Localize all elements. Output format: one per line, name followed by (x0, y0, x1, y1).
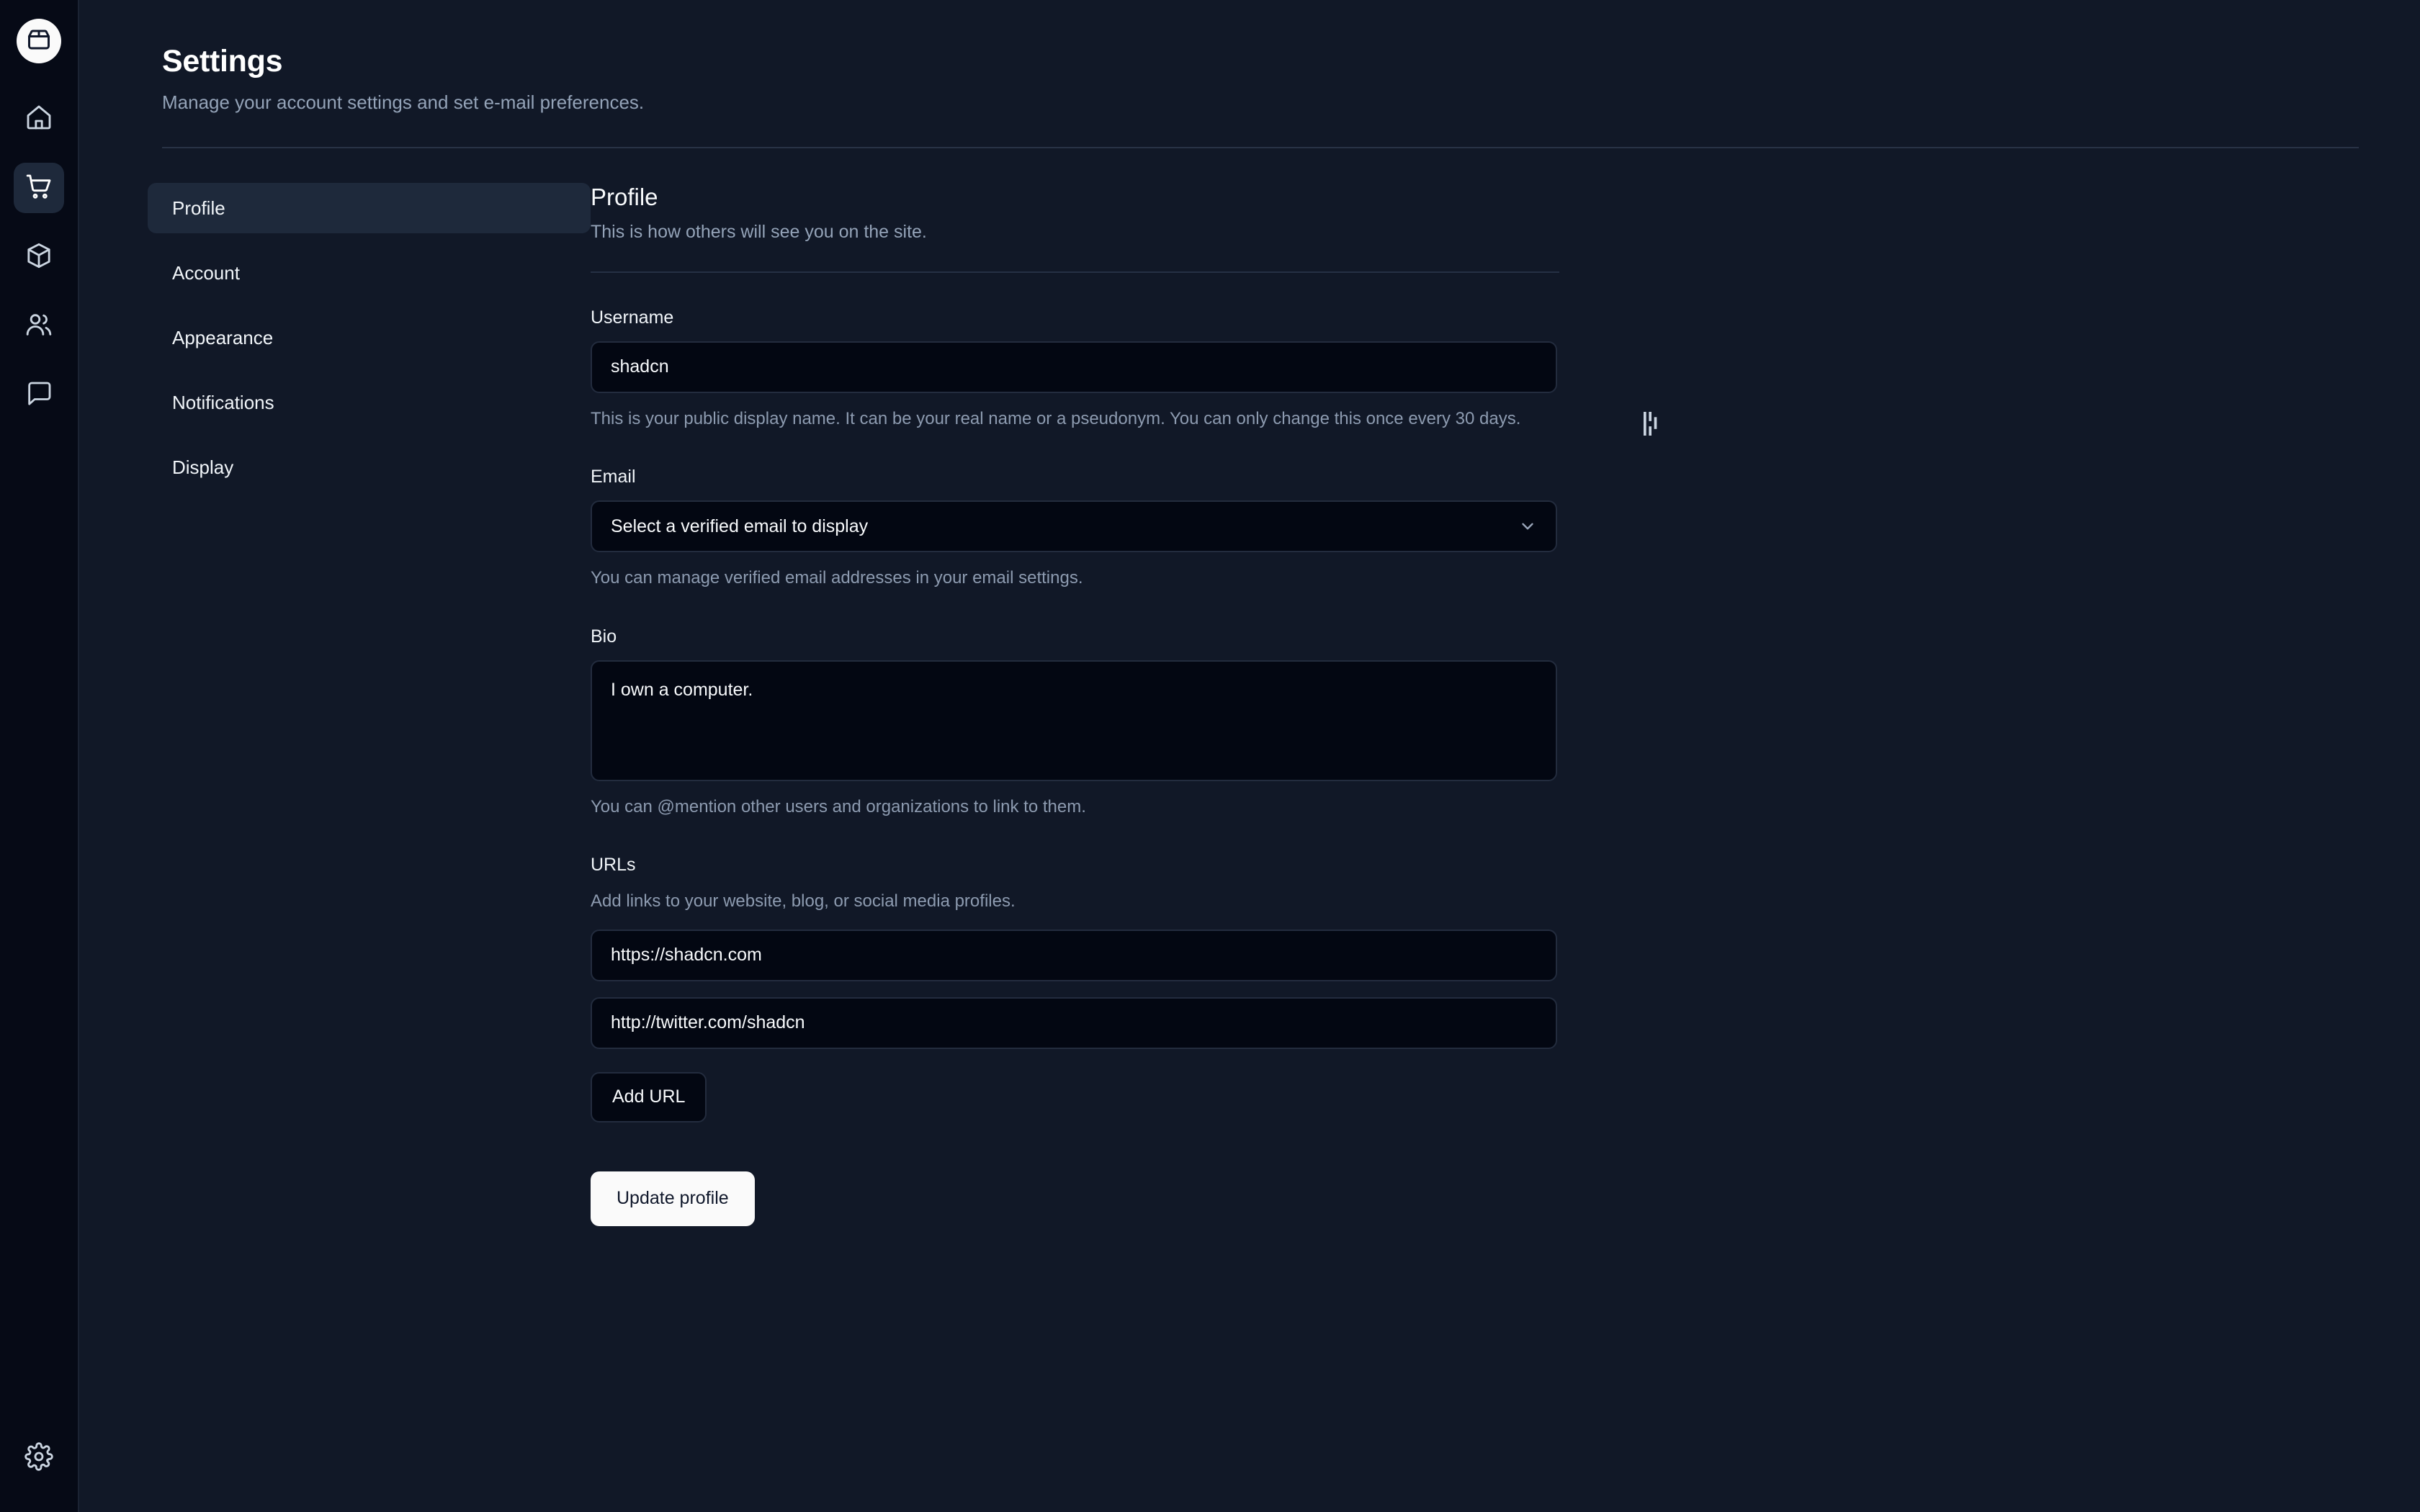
email-field-group: Email Select a verified email to display… (591, 467, 1559, 591)
rail-item-messages[interactable] (14, 370, 64, 420)
bio-textarea[interactable]: I own a computer. (591, 660, 1557, 781)
username-field-group: Username shadcn This is your public disp… (591, 307, 1559, 432)
page-header: Settings Manage your account settings an… (79, 0, 2420, 114)
package-logo-icon (26, 27, 52, 56)
profile-panel: Profile This is how others will see you … (591, 183, 1559, 1226)
page-subtitle: Manage your account settings and set e-m… (162, 91, 645, 114)
update-profile-button[interactable]: Update profile (591, 1171, 755, 1226)
username-hint: This is your public display name. It can… (591, 408, 1521, 428)
chevron-down-icon (1518, 517, 1537, 536)
sidebar-item-label: Appearance (172, 326, 274, 348)
settings-page: Settings Manage your account settings an… (0, 0, 2420, 1512)
email-hint: You can manage verified email addresses … (591, 568, 1083, 588)
package-icon (24, 241, 53, 274)
add-url-button[interactable]: Add URL (591, 1071, 707, 1122)
home-icon (24, 103, 53, 135)
urls-field-group: URLs Add links to your website, blog, or… (591, 855, 1559, 1122)
app-icon-rail (0, 0, 79, 1512)
app-logo[interactable] (17, 19, 61, 63)
users-icon (24, 310, 53, 343)
rail-item-products[interactable] (14, 232, 64, 282)
settings-body: Profile Account Appearance Notifications… (79, 148, 2420, 1226)
username-label: Username (591, 307, 674, 328)
url-input-2[interactable]: http://twitter.com/shadcn (591, 996, 1557, 1049)
rail-item-customers[interactable] (14, 301, 64, 351)
bio-hint: You can @mention other users and organiz… (591, 796, 1086, 816)
rail-item-settings[interactable] (14, 1433, 64, 1483)
rail-item-home[interactable] (14, 94, 64, 144)
sidebar-item-label: Profile (172, 197, 225, 219)
page-title: Settings (162, 44, 283, 78)
email-select-value: Select a verified email to display (611, 516, 869, 536)
sidebar-item-notifications[interactable]: Notifications (148, 377, 591, 428)
panel-title: Profile (591, 184, 658, 211)
message-square-icon (24, 379, 53, 412)
sidebar-item-label: Account (172, 261, 240, 284)
sidebar-item-display[interactable]: Display (148, 442, 591, 492)
urls-label: URLs (591, 855, 636, 876)
url-input-1[interactable]: https://shadcn.com (591, 929, 1557, 981)
main-content: Settings Manage your account settings an… (79, 0, 2420, 1512)
sidebar-item-appearance[interactable]: Appearance (148, 312, 591, 363)
panel-divider (591, 271, 1559, 273)
sidebar-item-label: Display (172, 456, 234, 478)
sidebar-item-label: Notifications (172, 391, 274, 413)
email-select[interactable]: Select a verified email to display (591, 500, 1557, 553)
settings-sidenav: Profile Account Appearance Notifications… (148, 183, 591, 1225)
gear-icon (24, 1441, 53, 1475)
bio-label: Bio (591, 626, 617, 647)
email-label: Email (591, 467, 636, 487)
panel-description: This is how others will see you on the s… (591, 221, 927, 242)
username-input[interactable]: shadcn (591, 341, 1557, 393)
urls-hint: Add links to your website, blog, or soci… (591, 891, 1016, 912)
sidebar-item-profile[interactable]: Profile (148, 183, 591, 234)
bio-field-group: Bio I own a computer. You can @mention o… (591, 626, 1559, 820)
sidebar-item-account[interactable]: Account (148, 248, 591, 298)
rail-item-orders[interactable] (14, 163, 64, 213)
shopping-cart-icon (24, 172, 53, 204)
